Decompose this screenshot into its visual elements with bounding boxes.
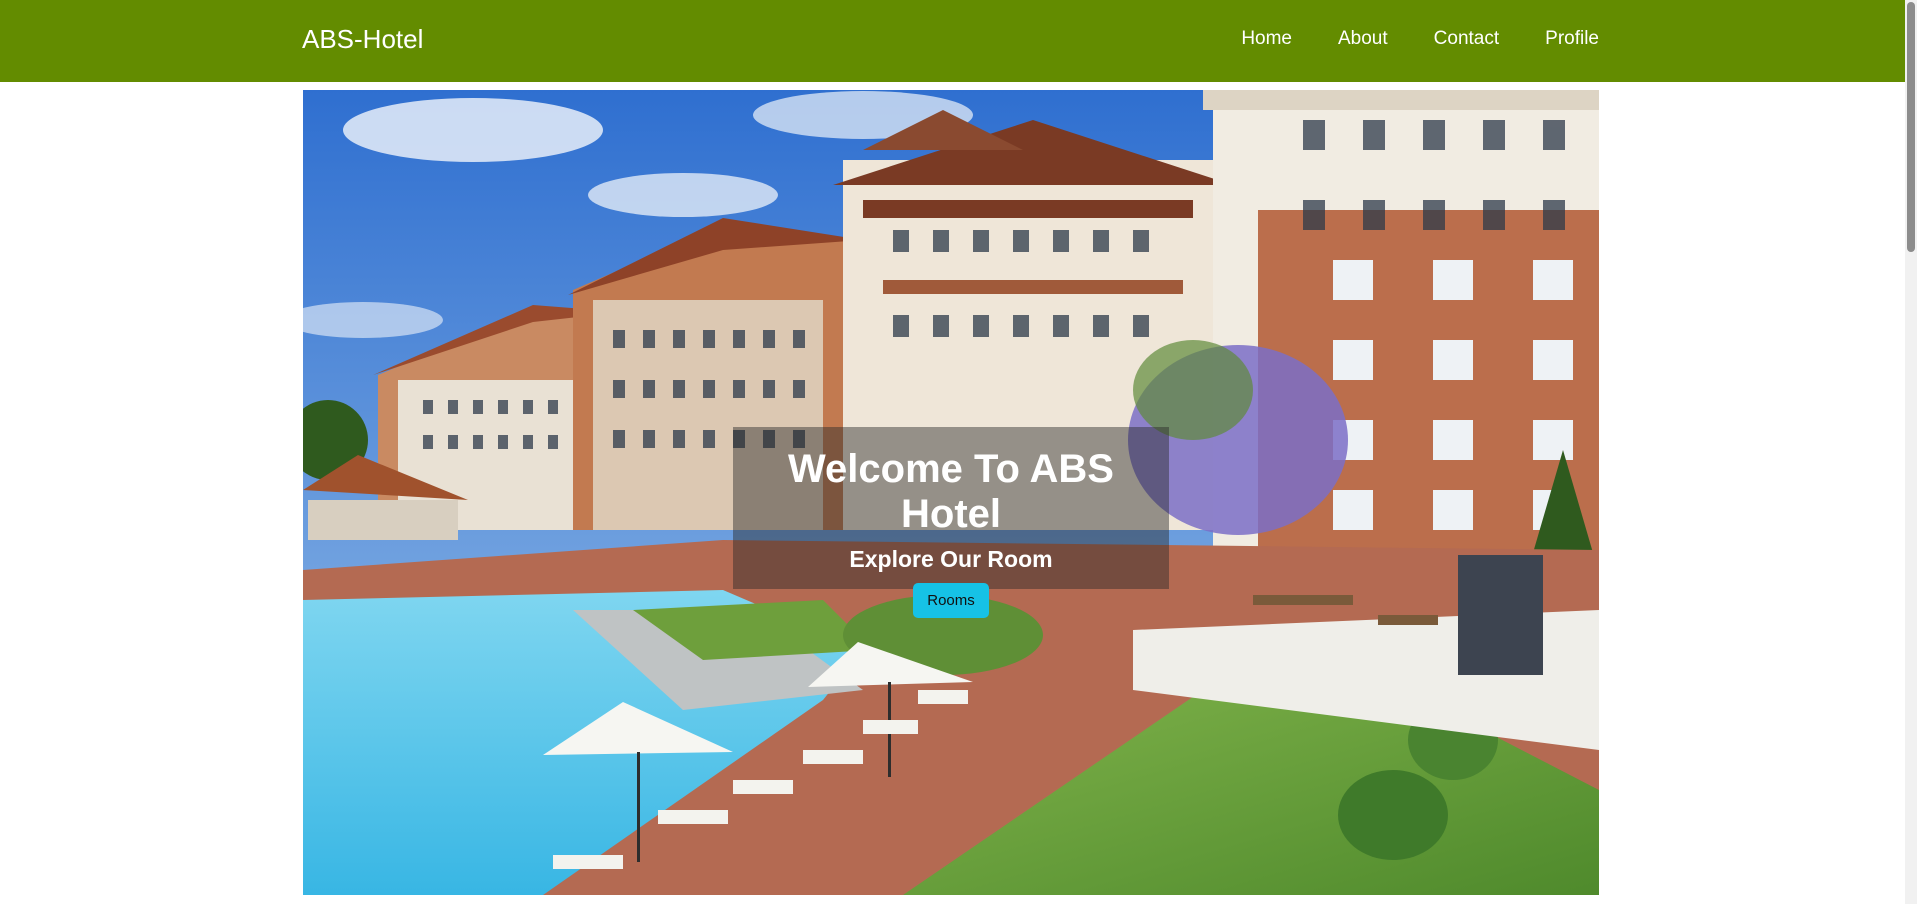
nav-home-link[interactable]: Home	[1241, 28, 1292, 50]
rooms-button[interactable]: Rooms	[913, 583, 989, 618]
nav-about-link[interactable]: About	[1338, 28, 1388, 50]
nav-contact-link[interactable]: Contact	[1434, 28, 1499, 50]
top-navbar: ABS-Hotel Home About Contact Profile	[0, 0, 1905, 82]
scrollbar-thumb[interactable]	[1907, 2, 1915, 252]
hero-title: Welcome To ABS Hotel	[788, 447, 1114, 536]
hero-banner: Welcome To ABS Hotel Explore Our Room Ro…	[303, 90, 1599, 895]
hero-caption: Welcome To ABS Hotel Explore Our Room Ro…	[733, 427, 1169, 618]
page-scrollbar[interactable]	[1905, 0, 1917, 904]
brand-logo-link[interactable]: ABS-Hotel	[302, 24, 423, 55]
nav-profile-link[interactable]: Profile	[1545, 28, 1599, 50]
hero-subtitle: Explore Our Room	[849, 546, 1053, 572]
nav-links: Home About Contact Profile	[1241, 28, 1599, 50]
